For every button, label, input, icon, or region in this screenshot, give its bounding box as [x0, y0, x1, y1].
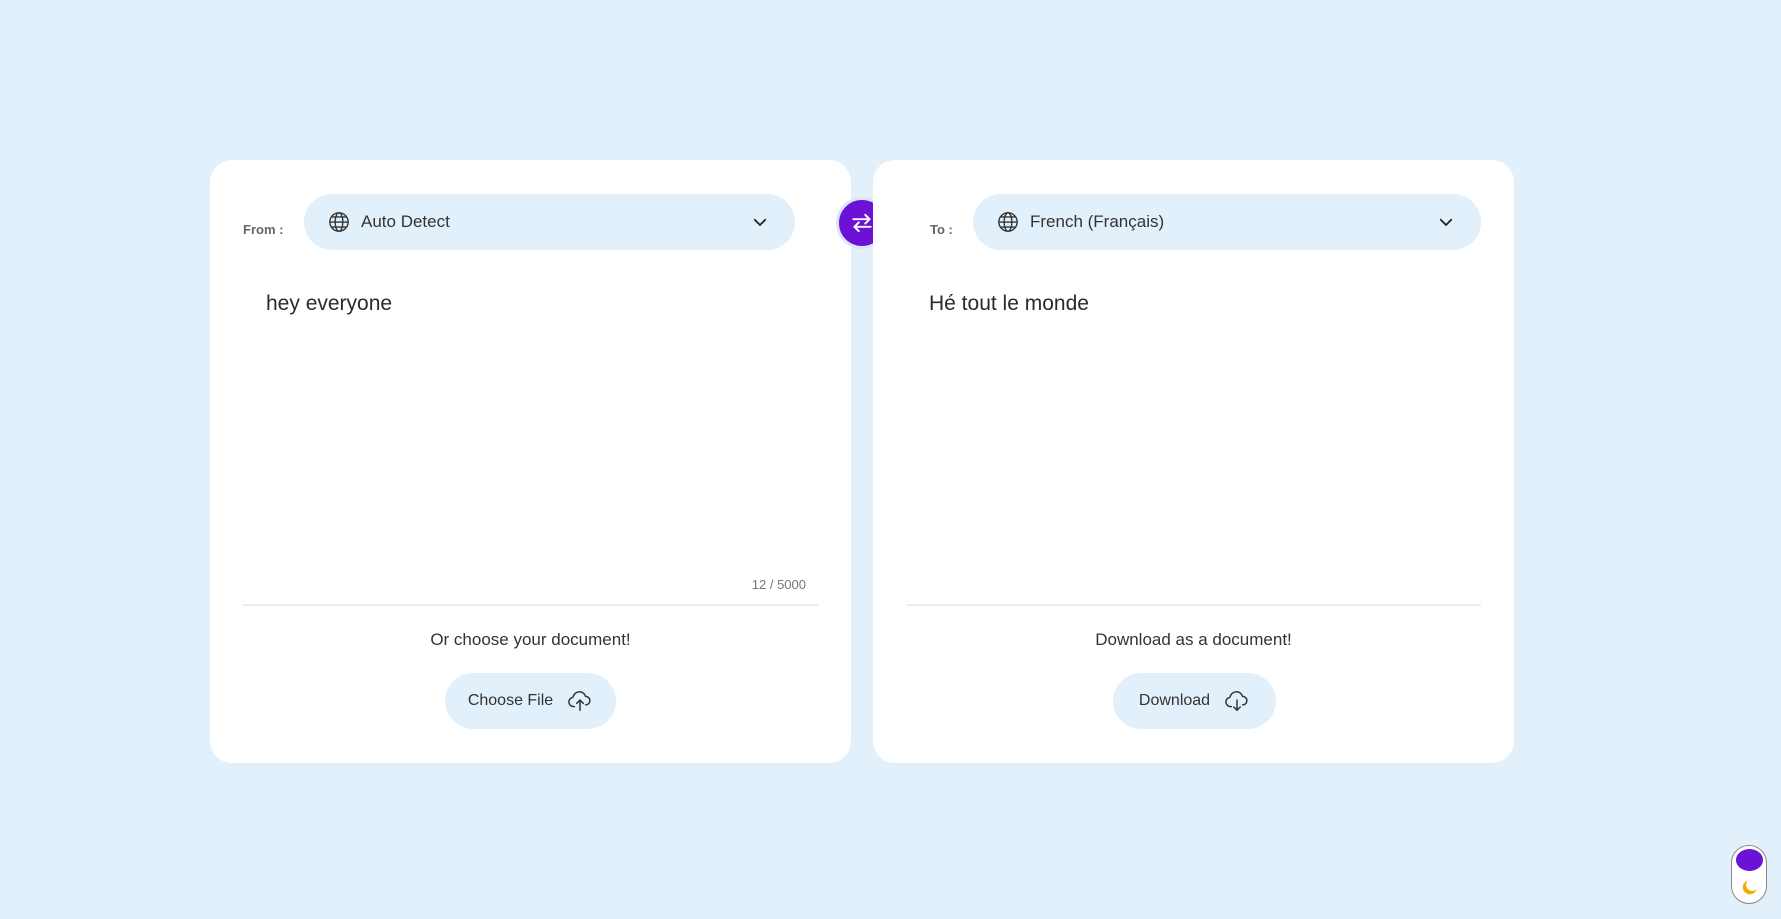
globe-icon	[997, 211, 1019, 233]
divider	[907, 604, 1481, 606]
source-language-select[interactable]: Auto Detect	[304, 194, 795, 250]
source-text-input[interactable]: hey everyone	[266, 290, 819, 550]
upload-caption: Or choose your document!	[430, 630, 631, 649]
source-panel: From : Auto Detect hey everyone 12 / 500…	[210, 160, 851, 763]
from-label: From :	[243, 222, 284, 237]
chevron-down-icon	[751, 213, 769, 231]
divider	[243, 604, 818, 606]
translated-text-output[interactable]: Hé tout le monde	[929, 290, 1482, 550]
moon-icon	[1740, 877, 1760, 897]
download-button[interactable]: Download	[1113, 673, 1276, 729]
download-label: Download	[1138, 692, 1211, 709]
choose-file-label: Choose File	[467, 692, 554, 709]
target-language-select[interactable]: French (Français)	[973, 194, 1481, 250]
chevron-down-icon	[1437, 213, 1455, 231]
download-caption: Download as a document!	[1095, 630, 1292, 649]
globe-icon	[328, 211, 350, 233]
char-counter: 12 / 5000	[751, 577, 806, 592]
swap-arrows-icon	[849, 210, 875, 236]
choose-file-button[interactable]: Choose File	[445, 673, 616, 729]
target-language-value: French (Français)	[1030, 212, 1165, 231]
toggle-knob	[1736, 849, 1763, 871]
to-label: To :	[930, 222, 953, 237]
theme-toggle[interactable]	[1731, 845, 1767, 904]
target-panel: To : French (Français) Hé tout le monde …	[873, 160, 1514, 763]
cloud-download-icon	[1224, 688, 1250, 714]
source-language-value: Auto Detect	[361, 212, 450, 231]
cloud-upload-icon	[567, 688, 593, 714]
